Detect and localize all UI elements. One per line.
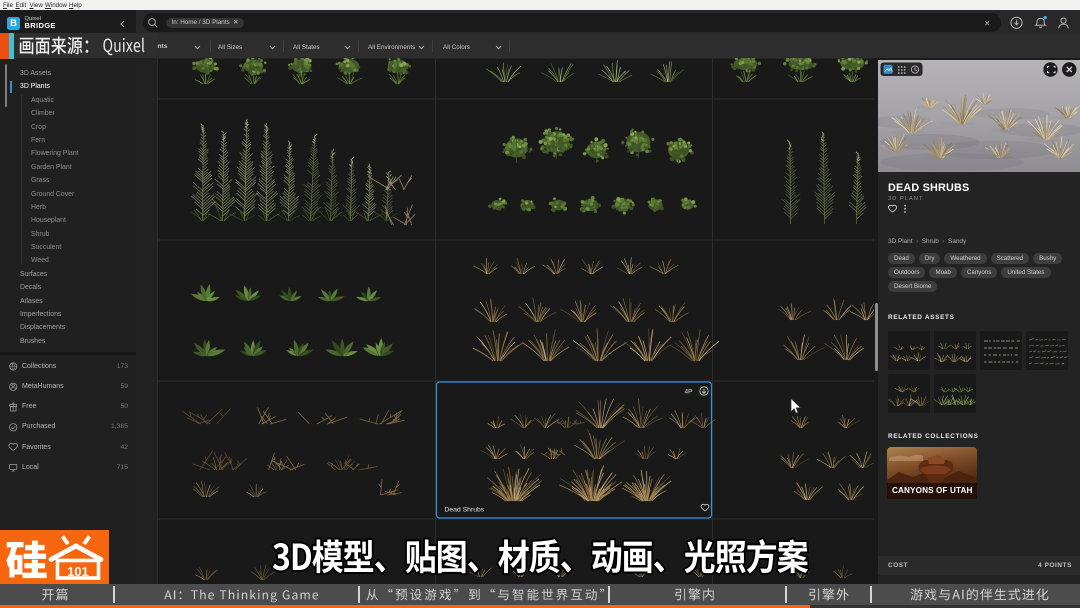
svg-text:101: 101 (67, 564, 88, 579)
